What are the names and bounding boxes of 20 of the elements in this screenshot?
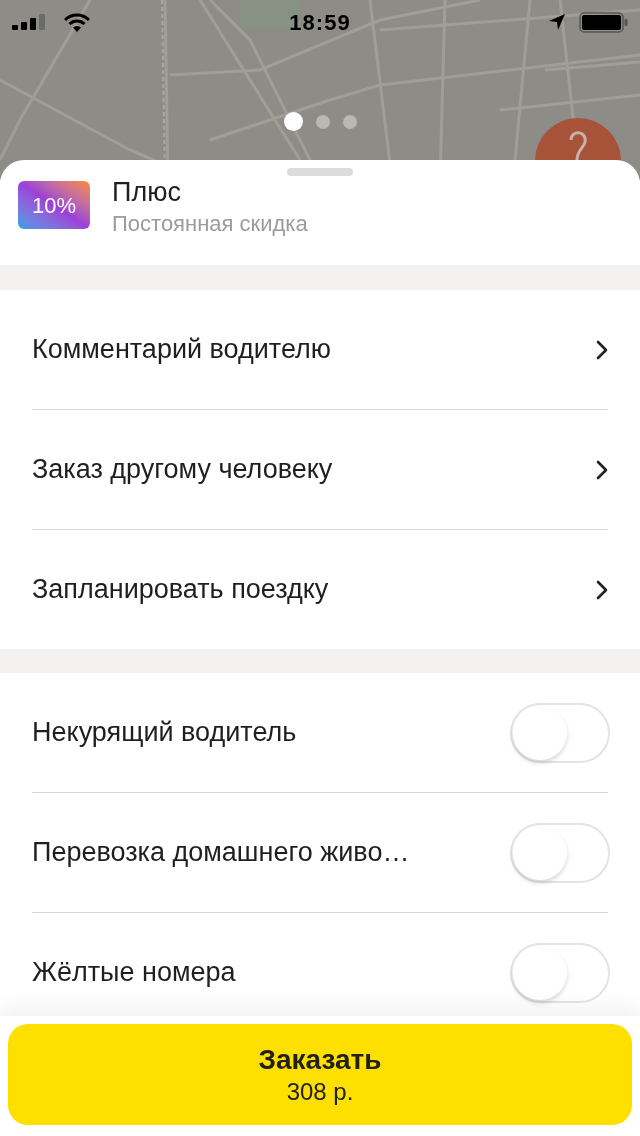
chevron-right-icon: [596, 579, 608, 600]
location-arrow-icon: [549, 14, 565, 30]
signal-icon: [12, 14, 45, 30]
chevron-right-icon: [596, 459, 608, 480]
option-label: Жёлтые номера: [32, 956, 236, 990]
toggle-switch[interactable]: [510, 702, 610, 763]
drag-handle[interactable]: [287, 168, 353, 176]
toggle-switch[interactable]: [510, 822, 610, 883]
map-marker-icon[interactable]: [535, 118, 621, 160]
wifi-icon: [64, 12, 90, 32]
order-button[interactable]: Заказать 308 р.: [8, 1024, 632, 1125]
chevron-right-icon: [596, 339, 608, 360]
option-label: Некурящий водитель: [32, 716, 297, 750]
status-time: 18:59: [289, 8, 351, 37]
toggle-switch[interactable]: [510, 942, 610, 1003]
plan-title: Плюс: [112, 176, 182, 209]
option-label: Перевозка домашнего живо…: [32, 836, 410, 870]
battery-icon: [579, 11, 628, 33]
discount-badge: 10%: [18, 181, 90, 229]
plan-subtitle: Постоянная скидка: [112, 210, 308, 238]
